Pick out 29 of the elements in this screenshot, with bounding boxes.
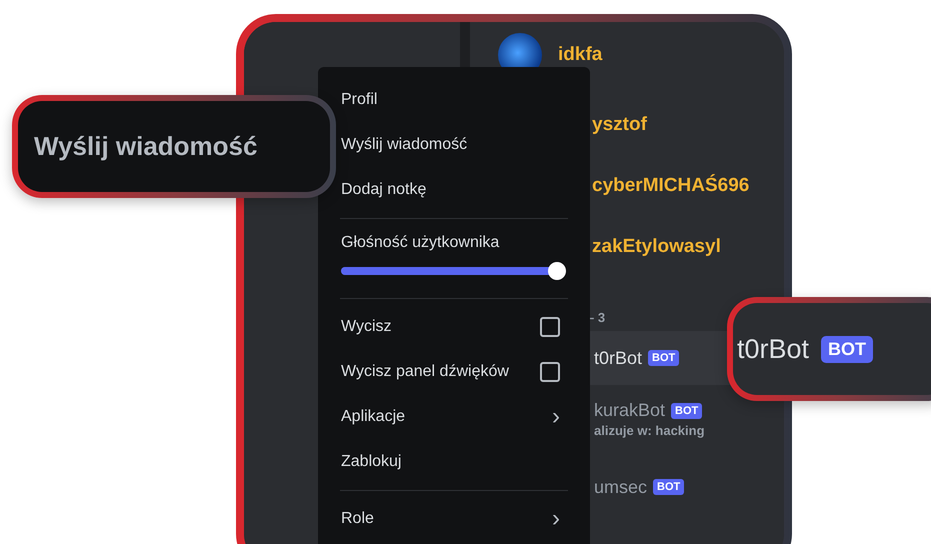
volume-label: Głośność użytkownika: [341, 234, 500, 252]
menu-item[interactable]: Profil: [341, 77, 560, 122]
member-name: umsec: [594, 476, 648, 498]
menu-item[interactable]: Dodaj notkę: [341, 167, 560, 212]
callout-text: t0rBot: [737, 334, 810, 364]
member-name[interactable]: cyberMICHAŚ696: [592, 174, 750, 196]
checkbox[interactable]: [540, 362, 560, 382]
bot-badge: BOT: [648, 350, 680, 366]
callout-text: Wyślij wiadomość: [34, 131, 258, 162]
bot-badge: BOT: [821, 336, 874, 362]
chevron-icon: ›: [552, 404, 560, 428]
menu-item[interactable]: Wycisz panel dźwięków: [341, 362, 509, 380]
chevron-icon: ›: [552, 506, 560, 530]
member-status: alizuje w: hacking: [594, 423, 706, 438]
checkbox[interactable]: [540, 316, 560, 336]
volume-slider[interactable]: [341, 262, 566, 280]
menu-item[interactable]: Role: [341, 510, 374, 528]
bot-badge: BOT: [653, 479, 684, 495]
member-name[interactable]: ysztof: [592, 114, 647, 136]
member-name[interactable]: idkfa: [558, 44, 602, 66]
member-name: kurakBot: [594, 400, 666, 421]
menu-item[interactable]: Aplikacje: [341, 408, 406, 426]
slider-thumb[interactable]: [548, 262, 566, 280]
menu-item[interactable]: Wycisz: [341, 318, 392, 336]
bot-badge: BOT: [671, 402, 702, 418]
member-name: t0rBot: [594, 348, 642, 368]
menu-item[interactable]: Wyślij wiadomość: [341, 122, 560, 167]
member-name[interactable]: zakEtylowasyl: [592, 236, 721, 258]
menu-item[interactable]: Zablokuj: [341, 439, 560, 484]
